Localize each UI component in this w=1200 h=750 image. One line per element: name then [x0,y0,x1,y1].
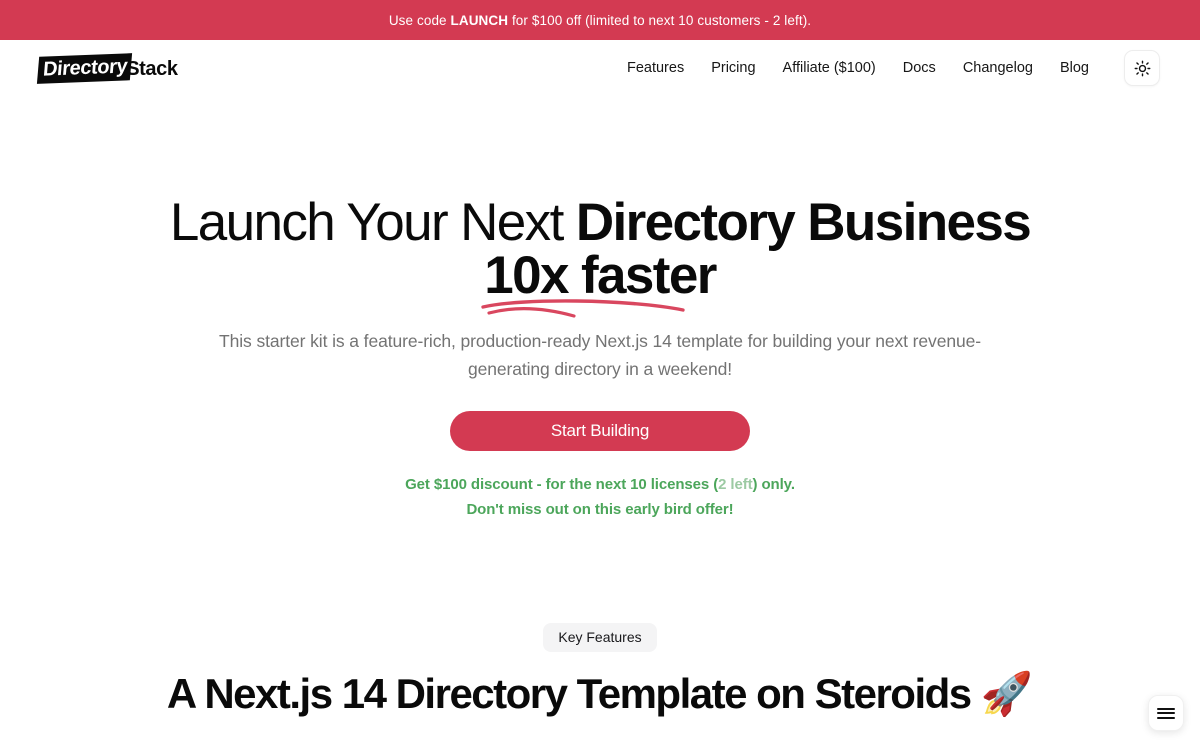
discount-line-1-prefix: Get $100 discount - for the next 10 lice… [405,476,719,494]
start-building-button[interactable]: Start Building [450,411,750,452]
hero-subtitle: This starter kit is a feature-rich, prod… [219,331,981,379]
section-badge-key-features: Key Features [543,622,657,652]
promo-banner-code: LAUNCH [450,12,509,28]
rocket-icon: 🚀 [980,669,1034,717]
hamburger-bar [1157,712,1175,714]
theme-toggle-button[interactable] [1124,50,1160,86]
nav-item-affiliate[interactable]: Affiliate ($100) [783,61,876,76]
site-logo[interactable]: Directory Stack [36,53,178,85]
hero-title-light: Launch Your Next [169,193,576,252]
features-section-title: A Next.js 14 Directory Template on Stero… [0,669,1200,717]
hero-title-bold-secondary: 10x faster [484,246,717,305]
discount-note: Get $100 discount - for the next 10 lice… [0,473,1200,522]
nav-item-blog[interactable]: Blog [1060,61,1089,76]
nav-item-pricing[interactable]: Pricing [711,61,755,76]
promo-banner: Use code LAUNCH for $100 off (limited to… [0,0,1200,40]
sun-icon [1134,60,1150,76]
promo-banner-suffix: for $100 off (limited to next 10 custome… [508,12,812,28]
logo-mark-directory: Directory [36,53,133,85]
discount-line-2: Don't miss out on this early bird offer! [466,500,734,518]
floating-menu-button[interactable] [1148,695,1184,731]
nav-item-changelog[interactable]: Changelog [963,61,1033,76]
features-title-text: A Next.js 14 Directory Template on Stero… [166,669,981,717]
hero-title-underlined-wrap: 10x faster [481,246,717,318]
hero-cta-wrapper: Start Building [0,411,1200,452]
hamburger-bar [1157,716,1175,719]
nav-item-docs[interactable]: Docs [903,61,936,76]
site-header: Directory Stack Features Pricing Affiliat… [0,40,1200,96]
hamburger-menu-icon [1157,705,1175,721]
main-navigation: Features Pricing Affiliate ($100) Docs C… [627,50,1160,86]
key-features-section: Key Features A Next.js 14 Directory Temp… [0,622,1200,717]
promo-banner-prefix: Use code [388,12,451,28]
hero-title: Launch Your Next Directory Business 10x … [165,193,1035,318]
hero-title-bold-primary: Directory Business [575,193,1032,252]
hero-section: Launch Your Next Directory Business 10x … [0,96,1200,522]
logo-word-stack: Stack [126,57,178,80]
nav-item-features[interactable]: Features [627,61,684,76]
discount-line-1-suffix: ) only. [752,476,795,494]
discount-licenses-left: 2 left [718,476,753,494]
hamburger-bar [1157,707,1175,710]
